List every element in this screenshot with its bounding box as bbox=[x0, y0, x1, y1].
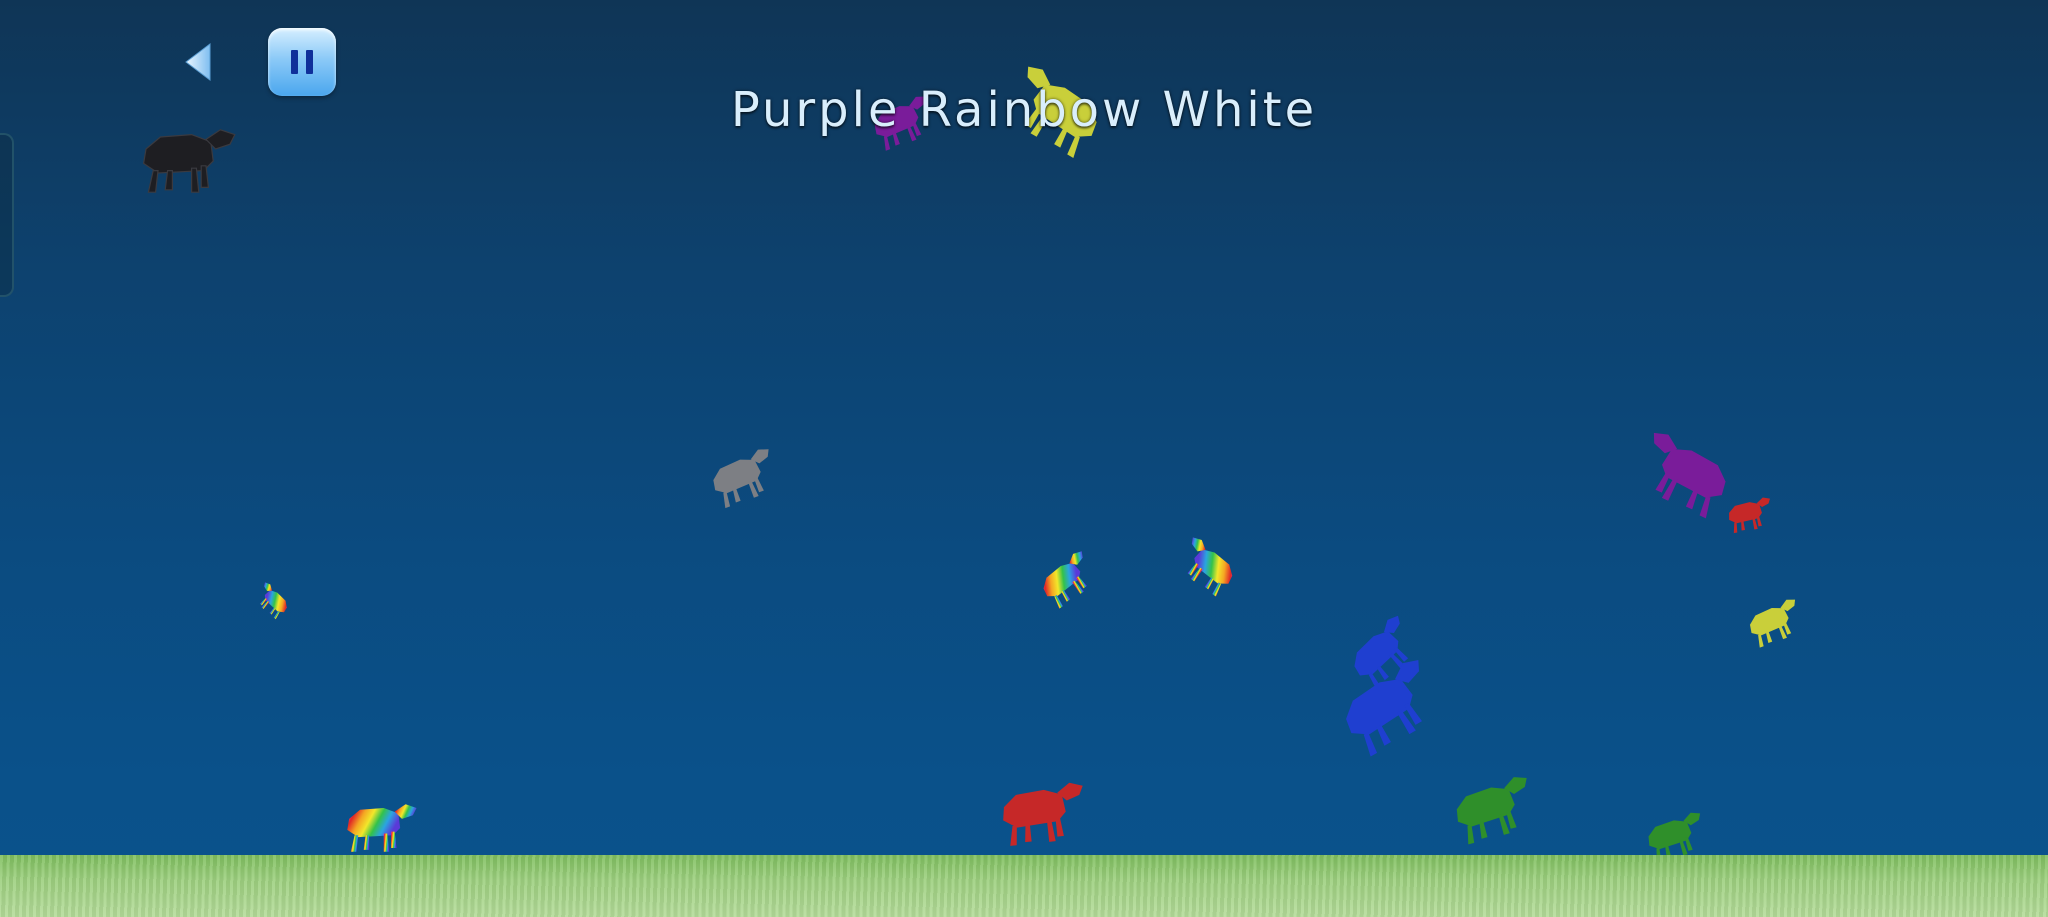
gray-sheep[interactable] bbox=[697, 435, 790, 521]
rainbow-sheep[interactable] bbox=[340, 796, 422, 860]
red-sheep[interactable] bbox=[989, 761, 1096, 867]
red-sheep[interactable] bbox=[1721, 492, 1779, 538]
rainbow-sheep[interactable] bbox=[243, 572, 301, 630]
back-arrow-icon bbox=[185, 43, 211, 81]
target-colors-title: Purple Rainbow White bbox=[730, 82, 1318, 138]
rainbow-sheep[interactable] bbox=[1164, 526, 1249, 608]
back-button[interactable] bbox=[180, 40, 216, 84]
grass-ground bbox=[0, 855, 2048, 917]
rainbow-sheep[interactable] bbox=[1027, 540, 1109, 619]
side-panel-tab[interactable] bbox=[0, 133, 14, 297]
yellow-sheep[interactable] bbox=[1737, 589, 1812, 657]
green-sheep[interactable] bbox=[1436, 748, 1552, 872]
